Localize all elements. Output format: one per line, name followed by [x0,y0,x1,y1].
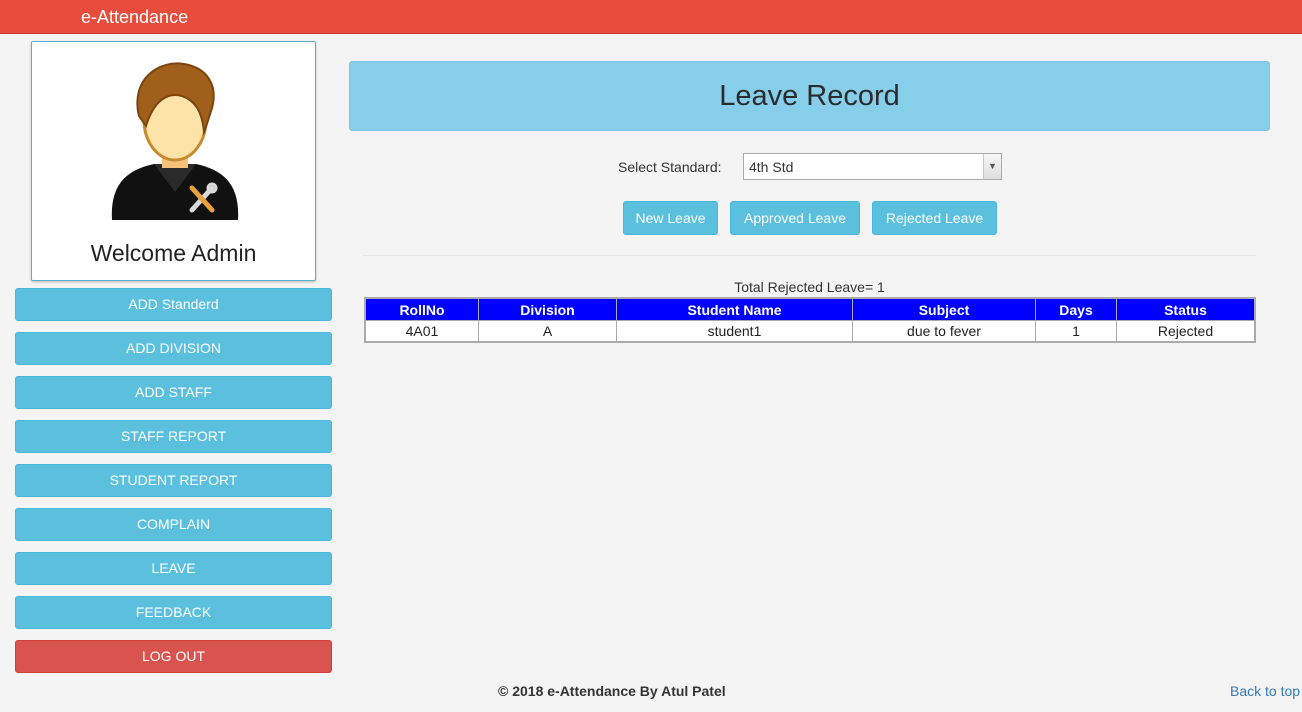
standard-select-label: Select Standard: [618,159,722,175]
student-report-button[interactable]: STUDENT REPORT [15,464,332,497]
cell-days: 1 [1035,320,1117,343]
add-standard-button[interactable]: ADD Standerd [15,288,332,321]
page-header-panel: Leave Record [349,61,1270,131]
top-navbar: e-Attendance [0,0,1302,34]
cell-rollno: 4A01 [364,320,479,343]
brand-title[interactable]: e-Attendance [81,7,188,28]
cell-division: A [478,320,617,343]
cell-subject: due to fever [852,320,1036,343]
feedback-button[interactable]: FEEDBACK [15,596,332,629]
welcome-text: Welcome Admin [90,240,257,266]
complain-button[interactable]: COMPLAIN [15,508,332,541]
section-divider [363,255,1256,256]
approved-leave-button[interactable]: Approved Leave [730,201,860,235]
column-header-days: Days [1035,297,1117,321]
cell-status: Rejected [1116,320,1256,343]
leave-button[interactable]: LEAVE [15,552,332,585]
new-leave-button[interactable]: New Leave [623,201,718,235]
standard-select-value: 4th Std [749,159,794,175]
page-title: Leave Record [719,80,900,112]
column-header-student-name: Student Name [616,297,853,321]
staff-report-button[interactable]: STAFF REPORT [15,420,332,453]
column-header-rollno: RollNo [364,297,479,321]
table-header-row: RollNo Division Student Name Subject Day… [364,297,1256,321]
column-header-subject: Subject [852,297,1036,321]
table-row: 4A01 A student1 due to fever 1 Rejected [364,320,1256,343]
footer-copyright: © 2018 e-Attendance By Atul Patel [498,683,726,699]
logout-button[interactable]: LOG OUT [15,640,332,673]
chevron-down-icon[interactable]: ▼ [983,154,1001,179]
admin-avatar-icon [111,62,239,220]
rejected-leave-button[interactable]: Rejected Leave [872,201,997,235]
column-header-status: Status [1116,297,1256,321]
add-division-button[interactable]: ADD DIVISION [15,332,332,365]
cell-student-name: student1 [616,320,853,343]
total-rejected-leave: Total Rejected Leave= 1 [734,279,885,295]
column-header-division: Division [478,297,617,321]
add-staff-button[interactable]: ADD STAFF [15,376,332,409]
profile-card: Welcome Admin [31,41,316,281]
standard-select[interactable]: 4th Std ▼ [743,153,1002,180]
back-to-top-link[interactable]: Back to top [1230,683,1300,699]
leave-records-table: RollNo Division Student Name Subject Day… [364,297,1256,343]
